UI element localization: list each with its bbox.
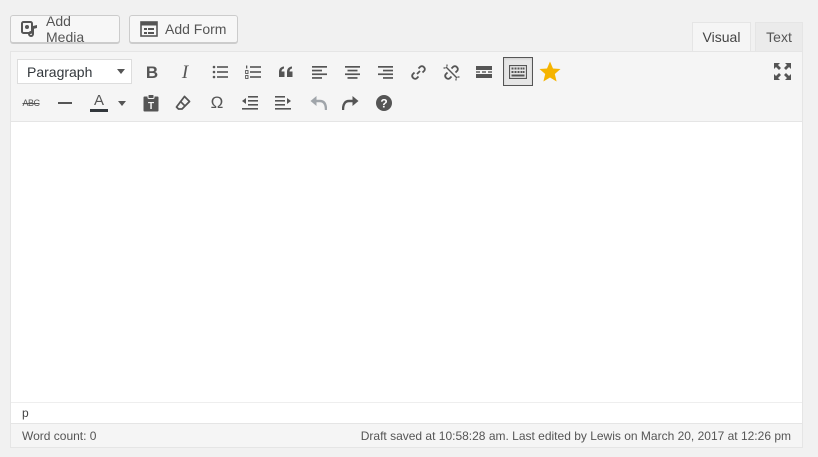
align-center-icon [344,65,360,79]
favorite-button[interactable] [536,57,564,85]
editor-toolbar: Paragraph B I ABC A T Ω ? [11,52,802,122]
element-path-bar: p [11,402,802,422]
special-character-button[interactable]: Ω [203,89,231,117]
help-icon: ? [376,95,392,111]
format-select-value: Paragraph [27,63,93,80]
bulleted-list-icon [212,65,228,79]
decrease-indent-icon [242,96,258,110]
fullscreen-icon [773,62,791,80]
italic-button[interactable]: I [171,58,199,86]
svg-text:?: ? [380,97,387,111]
clear-formatting-button[interactable] [169,89,197,117]
bulleted-list-button[interactable] [206,58,234,86]
italic-icon: I [181,61,189,83]
svg-text:T: T [148,101,154,112]
paste-as-text-icon: T [143,94,159,112]
bold-button[interactable]: B [138,58,166,86]
editor-content-area[interactable] [11,122,802,402]
increase-indent-button[interactable] [269,89,297,117]
element-path-p[interactable]: p [22,406,29,420]
increase-indent-icon [275,96,291,110]
help-button[interactable]: ? [370,89,398,117]
form-icon [140,21,158,37]
read-more-button[interactable] [470,58,498,86]
clear-formatting-icon [175,95,191,111]
text-color-underline [90,109,108,112]
add-media-icon [21,20,39,38]
strikethrough-button[interactable]: ABC [17,89,45,117]
tab-text[interactable]: Text [755,22,803,51]
insert-link-button[interactable] [404,58,432,86]
autosave-status: Draft saved at 10:58:28 am. Last edited … [360,428,791,443]
special-character-icon: Ω [210,93,224,112]
add-form-button[interactable]: Add Form [129,15,238,43]
read-more-icon [476,66,492,78]
strikethrough-icon: ABC [22,98,40,108]
decrease-indent-button[interactable] [236,89,264,117]
toolbar-toggle-icon [509,64,527,79]
align-center-button[interactable] [338,58,366,86]
insert-link-icon [410,64,427,81]
chevron-down-icon [117,69,125,74]
blockquote-icon [278,66,294,78]
paste-as-text-button[interactable]: T [137,89,165,117]
redo-icon [341,95,359,111]
editor-status-bar: Word count: 0 Draft saved at 10:58:28 am… [11,423,802,447]
horizontal-line-button[interactable] [51,89,79,117]
tab-visual[interactable]: Visual [692,22,751,51]
align-left-button[interactable] [305,58,333,86]
align-right-icon [377,65,393,79]
add-media-label: Add Media [46,13,85,45]
align-right-button[interactable] [371,58,399,86]
numbered-list-button[interactable] [239,58,267,86]
text-color-glyph: A [93,92,104,109]
fullscreen-button[interactable] [768,57,796,85]
remove-link-button[interactable] [437,58,465,86]
add-form-label: Add Form [165,21,227,37]
bold-icon: B [145,62,159,82]
text-color-button[interactable]: A [84,89,128,117]
blockquote-button[interactable] [272,58,300,86]
numbered-list-icon [245,65,261,79]
align-left-icon [311,65,327,79]
horizontal-line-icon [58,101,72,105]
undo-icon [310,95,327,111]
word-count: Word count: 0 [22,428,97,443]
star-icon [539,61,561,82]
editor-container: Paragraph B I ABC A T Ω ? p Word count: … [10,51,803,448]
chevron-down-icon[interactable] [118,100,126,106]
remove-link-icon [443,64,460,81]
text-color-icon: A [90,92,108,112]
redo-button[interactable] [336,89,364,117]
undo-button[interactable] [304,89,332,117]
format-select[interactable]: Paragraph [17,59,132,84]
add-media-button[interactable]: Add Media [10,13,120,45]
toolbar-toggle-button[interactable] [503,57,533,86]
